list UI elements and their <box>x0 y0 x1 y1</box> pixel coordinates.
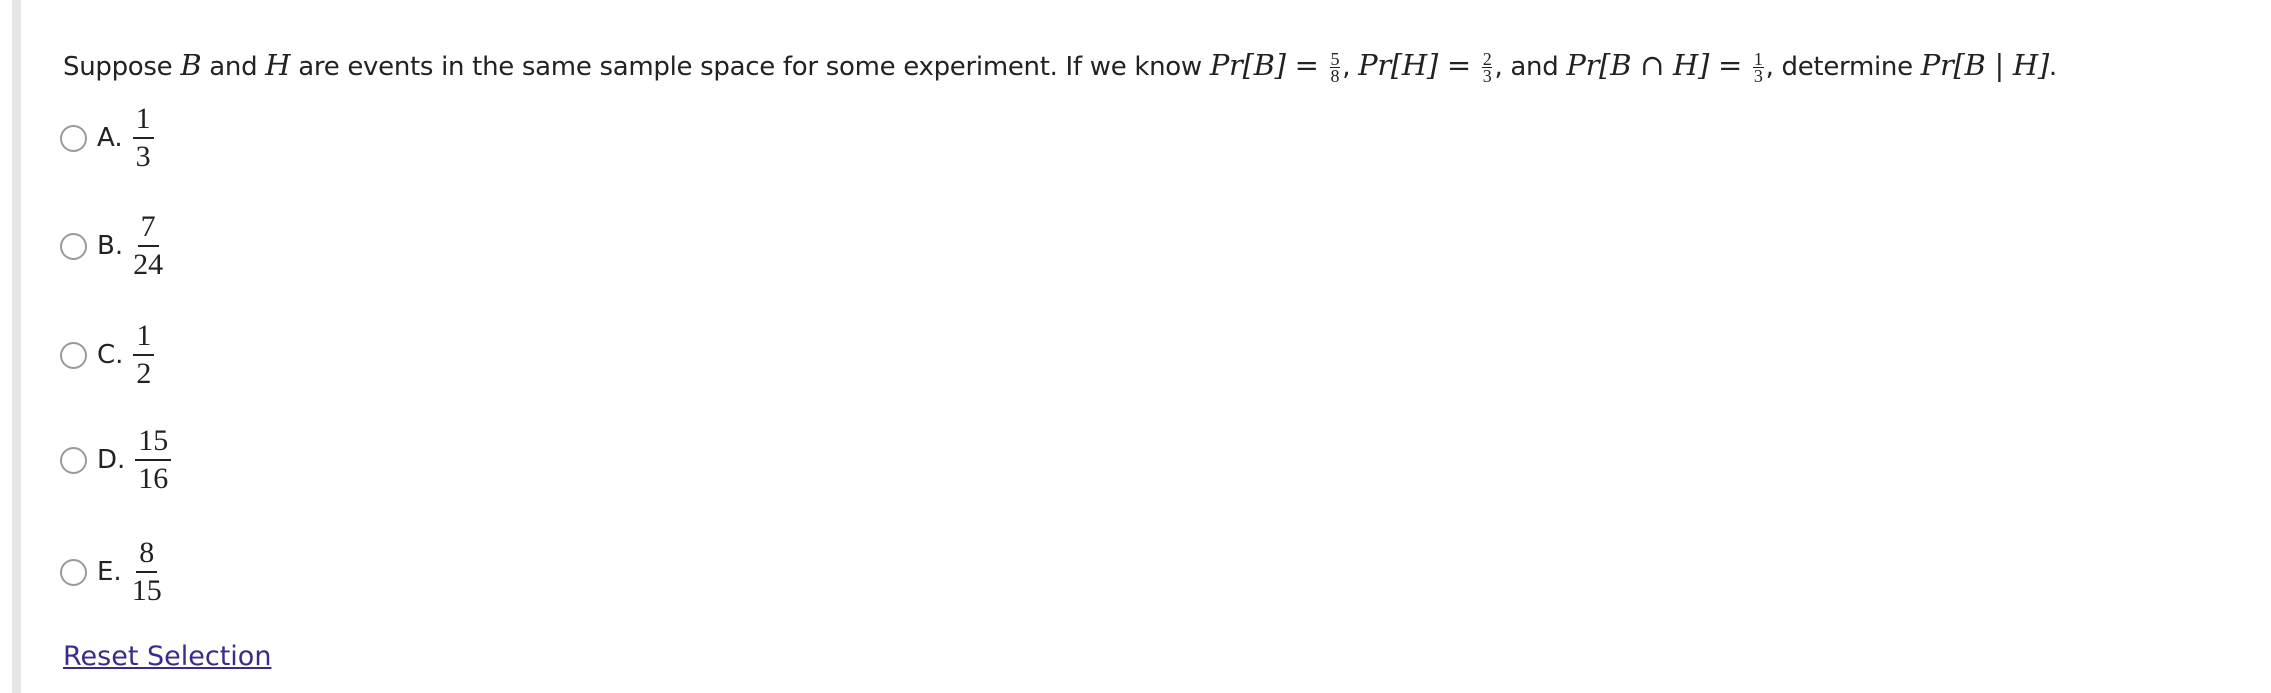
option-letter: C. <box>97 340 124 370</box>
option-fraction: 12 <box>133 318 155 392</box>
option-fraction: 15 16 <box>135 423 172 497</box>
numerator: 8 <box>136 535 158 573</box>
fraction-pr-h: 23 <box>1481 50 1493 86</box>
math-h: H <box>265 48 291 82</box>
q-text: , <box>1342 52 1359 82</box>
math-pr-h: Pr[H] <box>1358 48 1438 82</box>
denominator: 15 <box>131 574 162 607</box>
math-target: Pr[B | H] <box>1920 48 2049 82</box>
denominator: 3 <box>1753 66 1763 86</box>
equals: = <box>1709 48 1751 82</box>
denominator: 8 <box>1330 66 1340 86</box>
radio-button[interactable] <box>60 124 87 152</box>
option-letter: E. <box>97 557 122 587</box>
radio-button[interactable] <box>60 446 87 474</box>
q-text: and <box>201 52 266 82</box>
radio-button[interactable] <box>60 232 87 260</box>
option-c[interactable]: C. 12 <box>60 305 155 405</box>
reset-selection-link[interactable]: Reset Selection <box>63 641 271 672</box>
fraction-pr-b: 58 <box>1329 50 1341 86</box>
option-fraction: 13 <box>132 101 154 175</box>
option-a[interactable]: A. 13 <box>60 88 154 188</box>
left-border-bar <box>12 0 21 693</box>
denominator: 3 <box>135 140 151 173</box>
numerator: 15 <box>135 423 172 461</box>
numerator: 7 <box>137 209 159 247</box>
radio-button[interactable] <box>60 558 87 586</box>
option-fraction: 7 24 <box>133 209 163 283</box>
radio-button[interactable] <box>60 341 87 369</box>
q-text: are events in the same sample space for … <box>290 52 1210 82</box>
math-pr-b-and-h: Pr[B ∩ H] <box>1566 48 1710 82</box>
denominator: 3 <box>1482 66 1492 86</box>
option-e[interactable]: E. 8 15 <box>60 522 162 622</box>
option-d[interactable]: D. 15 16 <box>60 410 172 510</box>
q-text: , and <box>1494 52 1567 82</box>
option-fraction: 8 15 <box>132 535 162 609</box>
equals: = <box>1285 48 1328 82</box>
math-b: B <box>180 48 202 82</box>
fraction-pr-b-and-h: 13 <box>1752 50 1764 86</box>
q-text: , determine <box>1765 52 1921 82</box>
option-b[interactable]: B. 7 24 <box>60 196 163 296</box>
option-letter: B. <box>97 231 124 261</box>
q-text: . <box>2048 52 2057 82</box>
numerator: 1 <box>133 318 155 356</box>
equals: = <box>1437 48 1480 82</box>
denominator: 24 <box>133 248 164 281</box>
option-letter: D. <box>97 445 126 475</box>
math-pr-b: Pr[B] <box>1209 48 1286 82</box>
denominator: 2 <box>136 357 152 390</box>
question-text: Suppose B and H are events in the same s… <box>63 48 2057 86</box>
numerator: 1 <box>132 101 154 139</box>
denominator: 16 <box>138 462 169 495</box>
q-text: Suppose <box>63 52 181 82</box>
option-letter: A. <box>97 123 123 153</box>
